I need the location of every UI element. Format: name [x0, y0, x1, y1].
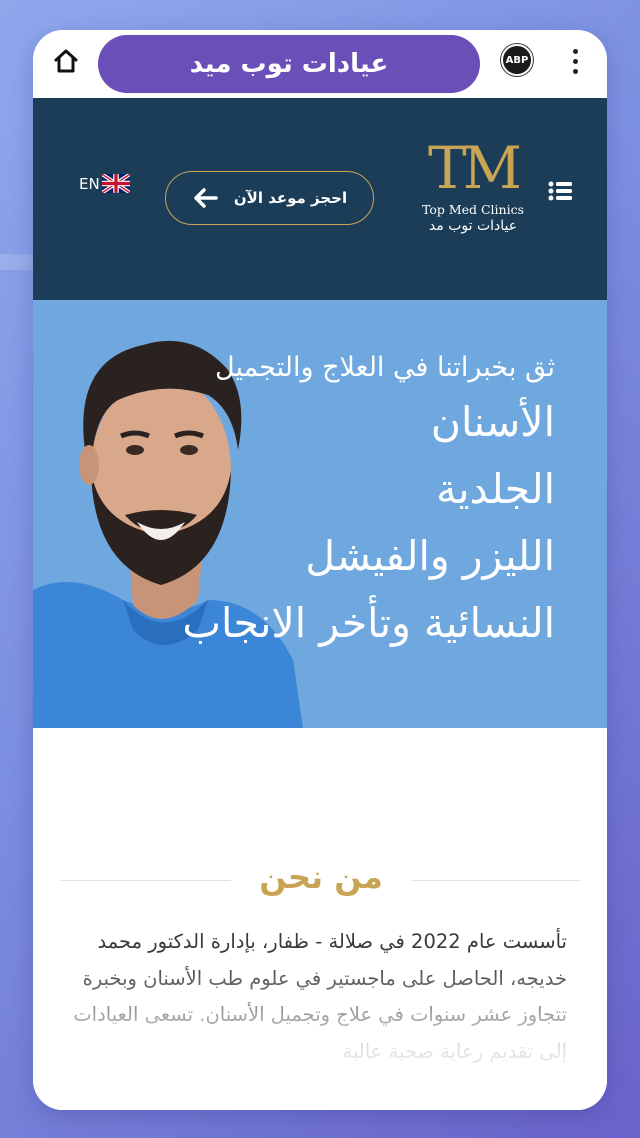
hero-service-gynecology: النسائية وتأخر الانجاب [182, 599, 555, 647]
logo-arabic-name: عيادات توب مد [428, 218, 518, 234]
book-appointment-button[interactable]: احجز موعد الآن [165, 171, 374, 225]
adblock-label: ABP [505, 54, 529, 66]
hero-service-dermatology: الجلدية [436, 465, 555, 513]
language-label: EN [79, 174, 100, 193]
about-title: من نحن [245, 858, 397, 896]
about-title-row: من نحن [61, 858, 581, 898]
home-icon[interactable] [49, 44, 83, 78]
uk-flag-icon [101, 174, 130, 193]
adblock-icon[interactable]: ABP [501, 44, 533, 76]
about-section: من نحن تأسست عام 2022 في صلالة - ظفار، ب… [33, 728, 607, 1110]
list-menu-icon[interactable] [548, 180, 574, 202]
site-header: EN احجز موعد الآن TM Top Med Clinics عيا… [33, 98, 607, 300]
hero-banner: ثق بخبراتنا في العلاج والتجميل الأسنان ا… [33, 300, 607, 728]
logo-mark: TM [427, 134, 522, 202]
language-switch[interactable]: EN [79, 174, 130, 193]
hero-text-block: ثق بخبراتنا في العلاج والتجميل الأسنان ا… [182, 352, 555, 657]
hero-tagline: ثق بخبراتنا في العلاج والتجميل [215, 352, 555, 383]
url-title-pill[interactable]: عيادات توب ميد [98, 35, 480, 93]
browser-bar: عيادات توب ميد ABP [33, 30, 607, 98]
clinic-logo[interactable]: TM Top Med Clinics عيادات توب مد [408, 136, 538, 266]
phone-frame: عيادات توب ميد ABP EN احجز موعد الآن TM … [33, 30, 607, 1110]
book-button-label: احجز موعد الآن [233, 189, 348, 207]
text-fade-overlay [33, 960, 607, 1110]
logo-english-name: Top Med Clinics [421, 202, 525, 217]
url-title: عيادات توب ميد [189, 49, 389, 79]
background-shadow [0, 254, 33, 270]
arrow-left-icon [194, 188, 218, 208]
hero-service-laser-facial: الليزر والفيشل [305, 532, 555, 580]
hero-service-dental: الأسنان [430, 398, 555, 446]
kebab-menu-icon[interactable] [561, 44, 589, 78]
